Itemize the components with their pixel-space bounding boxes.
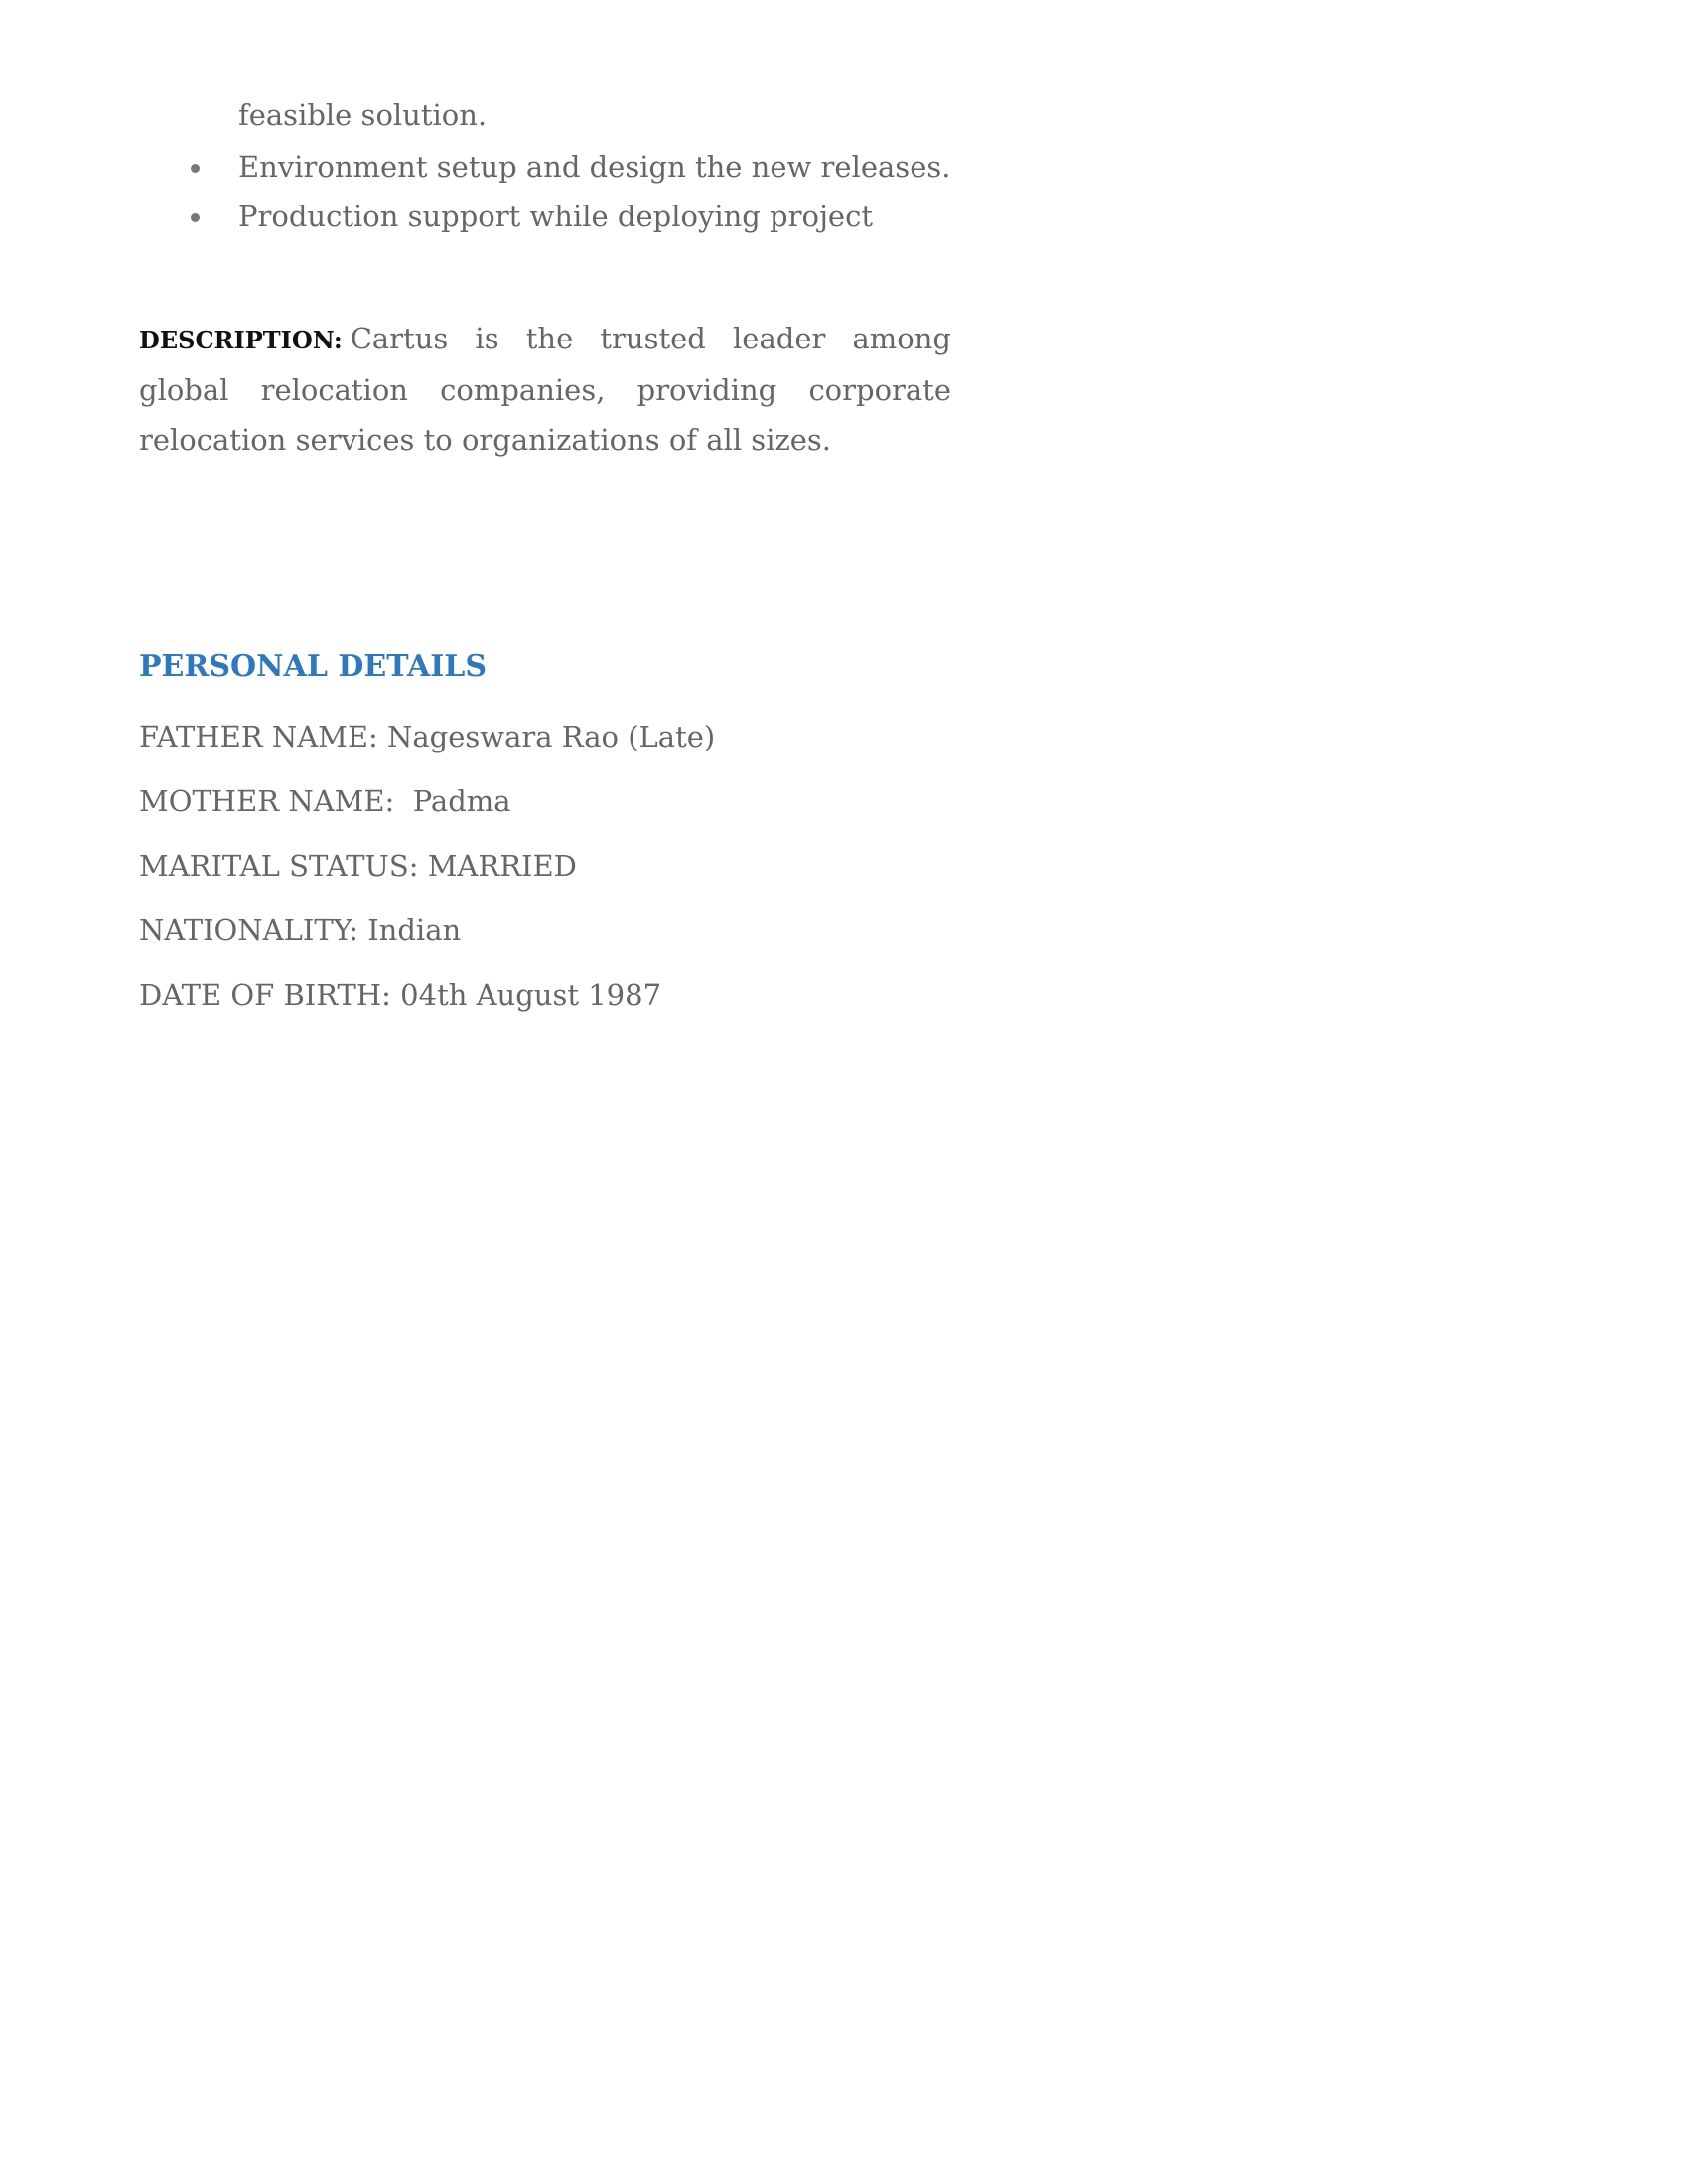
responsibility-list: Environment setup and design the new rel… bbox=[191, 142, 951, 241]
father-name: FATHER NAME: Nageswara Rao (Late) bbox=[139, 720, 716, 753]
list-item: Environment setup and design the new rel… bbox=[191, 142, 951, 192]
date-of-birth: DATE OF BIRTH: 04th August 1987 bbox=[139, 978, 662, 1012]
resume-page: feasible solution. Environment setup and… bbox=[0, 0, 1688, 2184]
bullet-icon bbox=[191, 213, 200, 222]
nationality: NATIONALITY: Indian bbox=[139, 913, 462, 947]
continued-bullet-text: feasible solution. bbox=[238, 98, 488, 132]
description-label: DESCRIPTION: bbox=[139, 326, 343, 354]
list-item-text: Environment setup and design the new rel… bbox=[238, 150, 951, 184]
bullet-icon bbox=[191, 164, 200, 173]
personal-details-list: FATHER NAME: Nageswara Rao (Late) MOTHER… bbox=[139, 715, 715, 1037]
list-item: Production support while deploying proje… bbox=[191, 192, 950, 241]
mother-name: MOTHER NAME: Padma bbox=[139, 784, 511, 818]
marital-status: MARITAL STATUS: MARRIED bbox=[139, 849, 577, 883]
personal-details-heading: PERSONAL DETAILS bbox=[139, 649, 488, 684]
list-item-text: Production support while deploying proje… bbox=[238, 200, 873, 233]
project-description: DESCRIPTION: Cartus is the trusted leader… bbox=[139, 314, 951, 465]
